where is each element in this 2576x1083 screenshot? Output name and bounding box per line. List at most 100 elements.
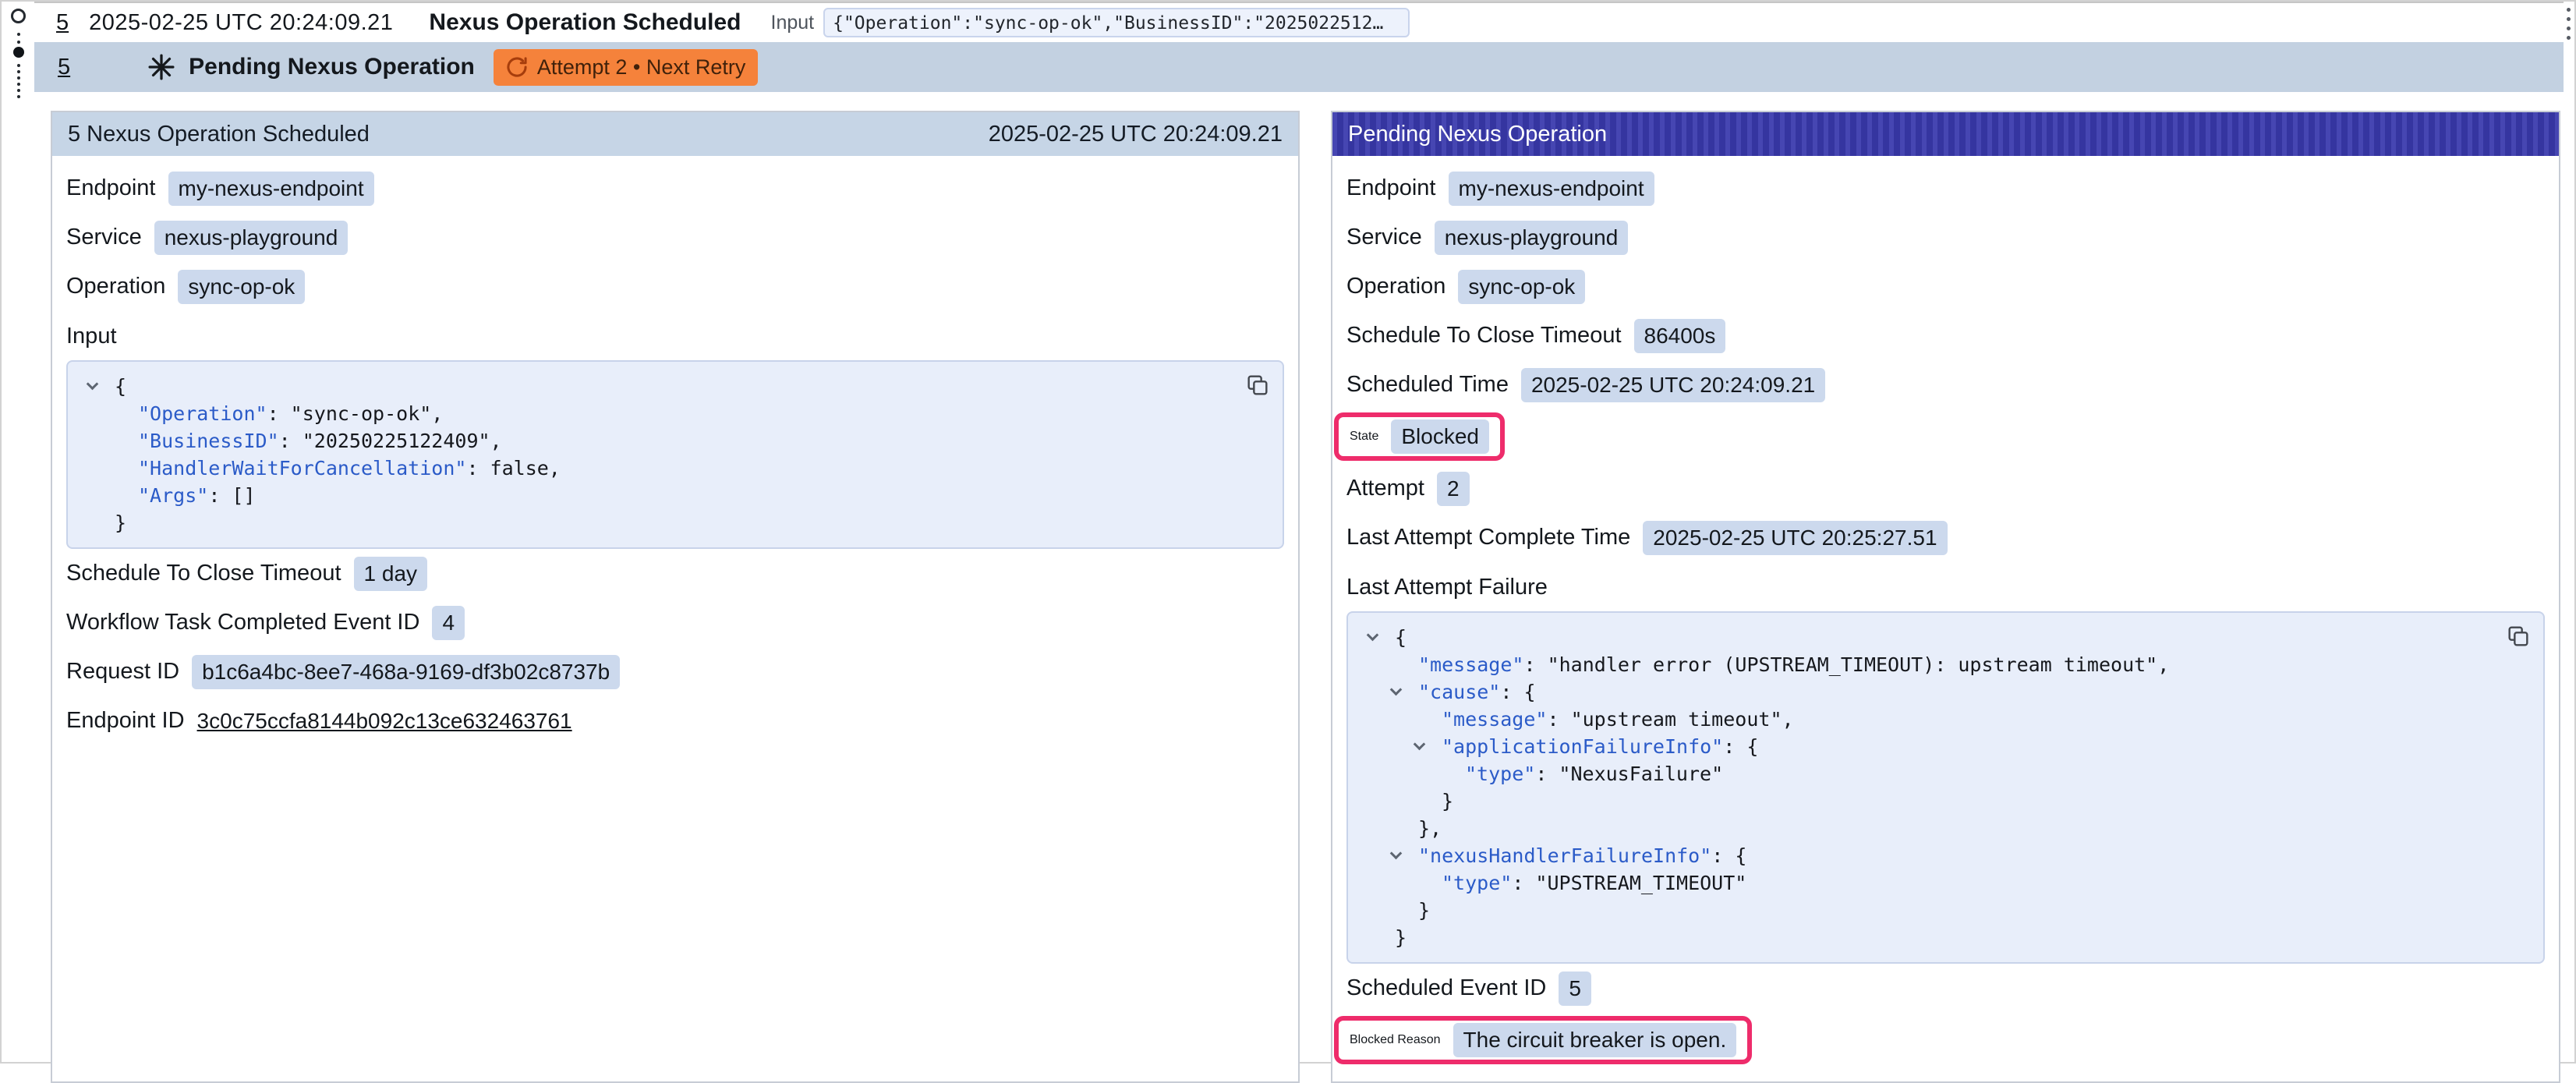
fields-top: Endpoint my-nexus-endpoint Servicenexus-pl… [66, 164, 1284, 311]
field-value-badge: sync-op-ok [178, 270, 305, 304]
json-text: } [1395, 926, 1407, 949]
pending-operation-row[interactable]: 5 Pending Nexus Operation Attempt 2 • Ne… [34, 42, 2564, 92]
field-label: Service [1346, 225, 1422, 250]
field-value-badge: 2025-02-25 UTC 20:24:09.21 [1521, 368, 1825, 402]
fields-bottom: Schedule To Close Timeout1 dayWorkflow T… [66, 549, 1284, 696]
fields-mid: Attempt 2 Last Attempt Complete Time 2025-0… [1346, 464, 2545, 562]
field-label: Request ID [66, 659, 179, 685]
input-section-label: Input [66, 324, 1284, 349]
event-row-nexus-operation-scheduled[interactable]: 5 2025-02-25 UTC 20:24:09.21 Nexus Opera… [34, 3, 2564, 42]
field-attempt: Attempt 2 [1346, 464, 2545, 513]
json-text: : [] [208, 484, 255, 507]
field-service: Service nexus-playground [1346, 213, 2545, 262]
field-service: Servicenexus-playground [66, 213, 1284, 262]
blocked-reason-field-row: Blocked Reason The circuit breaker is op… [1346, 1013, 2545, 1067]
code-line: "message": "handler error (UPSTREAM_TIME… [1364, 651, 2528, 678]
json-text: : "NexusFailure" [1535, 763, 1723, 785]
field-scheduled-time: Scheduled Time2025-02-25 UTC 20:24:09.21 [1346, 360, 2545, 409]
attempt-badge-label: Attempt 2 • Next Retry [537, 55, 746, 80]
json-key: "message" [1418, 653, 1523, 676]
field-workflow-task-completed-event-id: Workflow Task Completed Event ID4 [66, 598, 1284, 647]
field-label: Last Attempt Complete Time [1346, 525, 1630, 550]
json-lines: {"message": "handler error (UPSTREAM_TIM… [1364, 624, 2528, 951]
code-line: "type": "UPSTREAM_TIMEOUT" [1364, 869, 2528, 897]
json-text: } [1418, 899, 1430, 922]
input-label: Input [771, 12, 815, 34]
field-label: Blocked Reason [1350, 1033, 1441, 1047]
json-key: "type" [1442, 872, 1512, 894]
timeline-rail [2, 2, 34, 1062]
collapse-chevron-icon[interactable] [1390, 848, 1403, 860]
code-line: "message": "upstream timeout", [1364, 706, 2528, 733]
scheduled-event-header-time: 2025-02-25 UTC 20:24:09.21 [989, 122, 1283, 147]
json-key: "BusinessID" [138, 430, 279, 452]
json-text: : { [1711, 844, 1746, 867]
field-operation: Operation sync-op-ok [66, 262, 1284, 311]
field-value-badge: 5 [1559, 972, 1591, 1006]
field-label: Endpoint ID [66, 708, 185, 734]
json-text: : false, [466, 457, 560, 480]
field-label: Workflow Task Completed Event ID [66, 610, 419, 635]
code-line: "nexusHandlerFailureInfo": { [1364, 842, 2528, 869]
field-label: Schedule To Close Timeout [1346, 323, 1622, 349]
field-value-badge: 2 [1437, 472, 1470, 506]
event-title: Nexus Operation Scheduled [429, 9, 741, 36]
timeline-connector [17, 33, 20, 44]
field-label: Operation [66, 274, 165, 299]
timeline-event-dot[interactable] [13, 47, 24, 58]
field-operation: Operationsync-op-ok [1346, 262, 2545, 311]
scrollbar-dots[interactable] [2567, 8, 2571, 40]
code-line: "HandlerWaitForCancellation": false, [83, 455, 1267, 482]
pending-operation-icon [148, 54, 175, 80]
field-value-badge: my-nexus-endpoint [168, 172, 374, 206]
scheduled-event-header-title: 5 Nexus Operation Scheduled [68, 122, 370, 147]
json-key: "message" [1442, 708, 1547, 731]
pending-operation-detail-panel: Pending Nexus Operation Endpointmy-nexus… [1331, 111, 2560, 1083]
field-endpoint: Endpointmy-nexus-endpoint [1346, 164, 2545, 213]
field-value-badge: nexus-playground [154, 221, 349, 255]
field-scheduled-event-id: Scheduled Event ID 5 [1346, 964, 2545, 1013]
event-timestamp: 2025-02-25 UTC 20:24:09.21 [89, 10, 393, 36]
json-key: "Operation" [138, 402, 267, 425]
collapse-chevron-icon[interactable] [1367, 629, 1379, 642]
event-detail-area: 5 Nexus Operation Scheduled 2025-02-25 U… [34, 92, 2564, 1083]
code-line: } [1364, 924, 2528, 951]
field-label: Scheduled Event ID [1346, 975, 1546, 1001]
json-key: "type" [1465, 763, 1535, 785]
field-label: Endpoint [66, 175, 156, 201]
scheduled-event-detail-panel: 5 Nexus Operation Scheduled 2025-02-25 U… [51, 111, 1300, 1083]
endpoint-id-link[interactable]: 3c0c75ccfa8144b092c13ce632463761 [197, 709, 572, 734]
blocked-reason-badge: The circuit breaker is open. [1453, 1023, 1737, 1057]
field-value-badge: 2025-02-25 UTC 20:25:27.51 [1643, 521, 1947, 555]
field-value-badge: nexus-playground [1435, 221, 1629, 255]
failure-section-label: Last Attempt Failure [1346, 575, 2545, 600]
code-line: "type": "NexusFailure" [1364, 760, 2528, 787]
failure-json-viewer: {"message": "handler error (UPSTREAM_TIM… [1346, 611, 2545, 964]
code-line: "applicationFailureInfo": { [1364, 733, 2528, 760]
pending-event-id-link[interactable]: 5 [58, 55, 70, 80]
state-field-row: State Blocked [1346, 409, 2545, 464]
collapse-chevron-icon[interactable] [1390, 684, 1403, 696]
field-value-badge: 86400s [1634, 319, 1726, 353]
attempt-retry-badge: Attempt 2 • Next Retry [494, 49, 759, 86]
code-line: } [1364, 787, 2528, 815]
json-lines: {"Operation": "sync-op-ok", "BusinessID":… [83, 373, 1267, 536]
json-key: "nexusHandlerFailureInfo" [1418, 844, 1711, 867]
timeline-start-icon [11, 9, 26, 23]
collapse-chevron-icon[interactable] [1414, 738, 1426, 751]
input-json-viewer: {"Operation": "sync-op-ok", "BusinessID":… [66, 360, 1284, 549]
json-key: "Args" [138, 484, 208, 507]
retry-icon [506, 56, 528, 78]
field-label: Schedule To Close Timeout [66, 561, 341, 586]
field-label: Attempt [1346, 476, 1424, 501]
field-schedule-to-close-timeout: Schedule To Close Timeout 86400s [1346, 311, 2545, 360]
json-text: : "20250225122409", [279, 430, 502, 452]
pending-operation-title: Pending Nexus Operation [189, 54, 475, 80]
json-text: : { [1723, 735, 1758, 758]
field-value-badge: sync-op-ok [1458, 270, 1585, 304]
collapse-chevron-icon[interactable] [87, 378, 99, 391]
code-line: "Operation": "sync-op-ok", [83, 400, 1267, 427]
code-line: { [83, 373, 1267, 400]
event-id-link[interactable]: 5 [56, 10, 69, 36]
pending-operation-header: Pending Nexus Operation [1332, 112, 2559, 156]
